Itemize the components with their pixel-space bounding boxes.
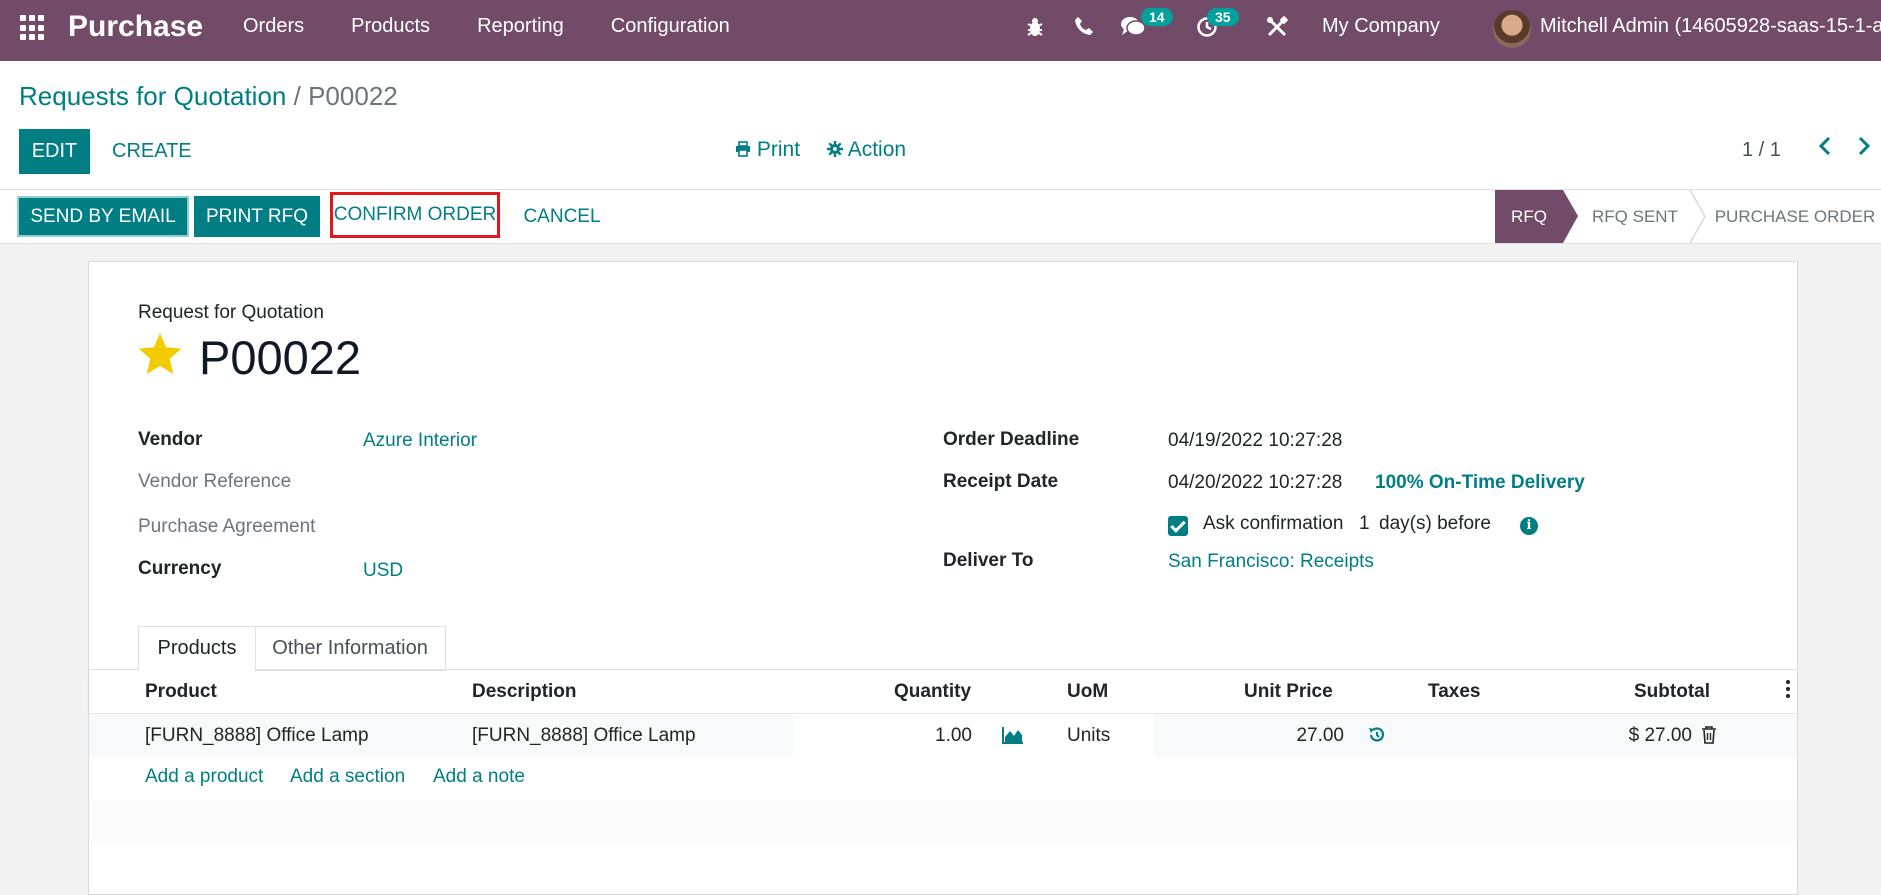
add-note-link[interactable]: Add a note — [433, 766, 525, 788]
pager-next-icon[interactable] — [1857, 135, 1871, 157]
column-subtotal[interactable]: Subtotal — [1634, 681, 1710, 703]
notebook-tabs: Products Other Information — [89, 626, 1797, 671]
main-menu: Orders Products Reporting Configuration — [220, 15, 754, 38]
deliver-to-field[interactable]: San Francisco: Receipts — [1168, 551, 1374, 573]
line-description[interactable]: [FURN_8888] Office Lamp — [472, 725, 696, 747]
line-subtotal: $ 27.00 — [1628, 725, 1692, 746]
menu-reporting[interactable]: Reporting — [477, 15, 564, 38]
ask-confirmation-label: Ask confirmation — [1203, 513, 1344, 534]
breadcrumb: Requests for Quotation / P00022 — [19, 81, 398, 112]
currency-label: Currency — [138, 558, 222, 579]
print-dropdown[interactable]: Print — [735, 138, 800, 162]
form-statusbar: SEND BY EMAIL PRINT RFQ CONFIRM ORDER CA… — [0, 190, 1881, 244]
line-quantity[interactable]: 1.00 — [909, 725, 972, 747]
add-product-link[interactable]: Add a product — [145, 766, 263, 788]
column-description[interactable]: Description — [472, 681, 577, 703]
reminder-days-field[interactable]: 1 — [1359, 513, 1370, 535]
empty-table-row — [89, 800, 1797, 843]
tab-products[interactable]: Products — [138, 626, 256, 671]
stage-purchase-order: PURCHASE ORDER — [1714, 206, 1876, 226]
order-lines-header: Product Description Quantity UoM Unit Pr… — [89, 670, 1797, 714]
receipt-date-label: Receipt Date — [943, 471, 1059, 492]
column-product[interactable]: Product — [145, 681, 217, 703]
add-line-row: Add a product Add a section Add a note — [89, 757, 1797, 800]
forecast-graph-icon[interactable] — [1002, 726, 1024, 744]
action-dropdown[interactable]: Action — [827, 138, 906, 162]
vendor-reference-label: Vendor Reference — [138, 471, 292, 492]
phone-icon[interactable] — [1074, 16, 1094, 36]
on-time-delivery-button[interactable]: 100% On-Time Delivery — [1375, 472, 1585, 494]
column-quantity[interactable]: Quantity — [894, 681, 971, 703]
add-section-link[interactable]: Add a section — [290, 766, 405, 788]
action-label: Action — [847, 138, 907, 161]
column-unit-price[interactable]: Unit Price — [1244, 681, 1333, 703]
order-deadline-field[interactable]: 04/19/2022 10:27:28 — [1168, 430, 1342, 452]
stage-rfq: RFQ — [1495, 190, 1578, 243]
currency-field[interactable]: USD — [363, 560, 403, 582]
messages-count-badge: 14 — [1141, 8, 1173, 26]
stage-separator-chevron — [1689, 190, 1706, 243]
tab-other-information[interactable]: Other Information — [255, 626, 446, 671]
line-unit-price[interactable]: 27.00 — [1269, 725, 1344, 747]
line-uom[interactable]: Units — [1067, 725, 1110, 747]
activities-count-badge: 35 — [1207, 8, 1239, 26]
create-button[interactable]: CREATE — [98, 129, 206, 174]
vendor-label: Vendor — [138, 429, 203, 450]
user-menu[interactable]: Mitchell Admin (14605928-saas-15-1-al — [1540, 15, 1881, 38]
print-label: Print — [756, 138, 801, 161]
price-history-icon[interactable] — [1367, 725, 1387, 745]
delete-line-trash-icon[interactable] — [1701, 726, 1717, 744]
column-uom[interactable]: UoM — [1067, 681, 1108, 703]
table-row[interactable]: [FURN_8888] Office Lamp [FURN_8888] Offi… — [89, 714, 1797, 757]
line-product[interactable]: [FURN_8888] Office Lamp — [145, 725, 369, 747]
document-type-label: Request for Quotation — [138, 302, 324, 323]
receipt-date-field[interactable]: 04/20/2022 10:27:28 — [1168, 472, 1342, 494]
send-by-email-button[interactable]: SEND BY EMAIL — [17, 196, 189, 237]
menu-products[interactable]: Products — [351, 15, 430, 38]
priority-star-icon[interactable] — [136, 330, 184, 378]
document-name: P00022 — [199, 331, 362, 384]
breadcrumb-separator: / — [293, 81, 301, 111]
order-deadline-label: Order Deadline — [943, 429, 1080, 450]
edit-button[interactable]: EDIT — [19, 129, 90, 174]
app-name[interactable]: Purchase — [68, 10, 203, 44]
breadcrumb-parent-link[interactable]: Requests for Quotation — [19, 81, 286, 111]
deliver-to-label: Deliver To — [943, 550, 1034, 571]
menu-orders[interactable]: Orders — [243, 15, 304, 38]
debug-bug-icon[interactable] — [1025, 16, 1045, 38]
stage-rfq-sent: RFQ SENT — [1592, 206, 1678, 226]
ask-confirmation-checkbox[interactable] — [1168, 516, 1188, 536]
tools-icon[interactable] — [1266, 16, 1288, 38]
menu-configuration[interactable]: Configuration — [611, 15, 730, 38]
cancel-button[interactable]: CANCEL — [506, 196, 618, 237]
form-sheet: Request for Quotation P00022 Vendor Azur… — [88, 261, 1798, 895]
apps-menu-icon[interactable] — [20, 15, 46, 41]
control-panel: Requests for Quotation / P00022 EDIT CRE… — [0, 61, 1881, 190]
top-navbar: Purchase Orders Products Reporting Confi… — [0, 0, 1881, 61]
confirm-order-button[interactable]: CONFIRM ORDER — [330, 192, 500, 238]
optional-columns-icon[interactable] — [1786, 680, 1790, 701]
vendor-field[interactable]: Azure Interior — [363, 430, 477, 452]
printer-icon — [736, 141, 750, 157]
pager-value[interactable]: 1 / 1 — [1742, 139, 1781, 162]
purchase-agreement-label: Purchase Agreement — [138, 516, 316, 537]
reminder-days-suffix: day(s) before — [1379, 513, 1491, 534]
info-icon[interactable]: i — [1520, 517, 1538, 535]
gear-icon — [827, 141, 843, 157]
breadcrumb-current: P00022 — [308, 81, 398, 111]
column-taxes[interactable]: Taxes — [1428, 681, 1480, 703]
print-rfq-button[interactable]: PRINT RFQ — [194, 196, 320, 237]
pager-previous-icon[interactable] — [1818, 135, 1832, 157]
user-avatar[interactable] — [1493, 10, 1531, 48]
company-switcher[interactable]: My Company — [1322, 15, 1440, 38]
